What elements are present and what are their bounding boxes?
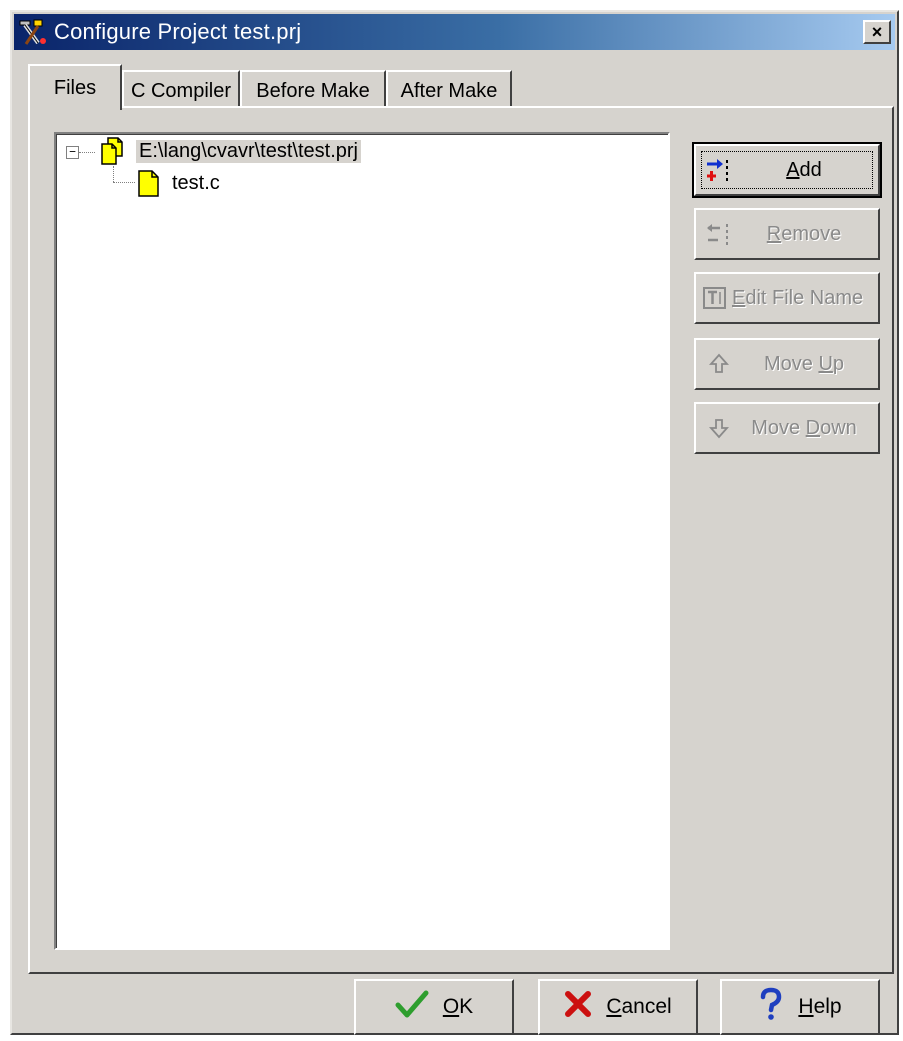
configure-project-dialog: Configure Project test.prj × Files C Com…: [10, 10, 899, 1035]
file-tree[interactable]: − E:\lang\cvavr\test\test.prj test.c: [54, 132, 670, 950]
collapse-toggle[interactable]: −: [66, 146, 79, 159]
window-title: Configure Project test.prj: [54, 19, 302, 44]
tab-label: After Make: [400, 79, 498, 102]
cancel-button-label: Cancel: [606, 995, 672, 1018]
project-tools-icon: [18, 17, 48, 47]
tree-node-label: test.c: [172, 171, 220, 194]
arrow-down-icon: [702, 413, 736, 443]
help-button-label: Help: [798, 995, 842, 1018]
tab-files[interactable]: Files: [28, 64, 122, 110]
checkmark-icon: [395, 989, 429, 1025]
tab-label: Files: [53, 76, 97, 99]
add-button-label: Add: [786, 158, 822, 181]
collapse-icon: −: [69, 145, 76, 158]
tab-label: Before Make: [256, 79, 370, 102]
tree-node-root[interactable]: E:\lang\cvavr\test\test.prj: [96, 136, 361, 166]
project-files-icon: [96, 136, 130, 166]
tree-node-file[interactable]: test.c: [136, 168, 220, 198]
cancel-button[interactable]: Cancel: [538, 979, 698, 1035]
ok-button[interactable]: OK: [354, 979, 514, 1035]
tree-node-label: E:\lang\cvavr\test\test.prj: [136, 139, 361, 163]
title-bar: Configure Project test.prj ×: [14, 14, 895, 50]
files-tab-panel: − E:\lang\cvavr\test\test.prj test.c Add…: [28, 106, 894, 974]
remove-button[interactable]: Remove: [694, 208, 880, 260]
edit-file-name-label: Edit File Name: [732, 286, 864, 309]
move-up-button[interactable]: Move Up: [694, 338, 880, 390]
tab-after-make[interactable]: After Make: [386, 70, 512, 110]
arrow-up-icon: [702, 349, 736, 379]
add-file-icon: [702, 155, 736, 185]
help-button[interactable]: Help: [720, 979, 880, 1035]
move-down-label: Move Down: [751, 416, 857, 439]
tree-connector: [113, 166, 114, 182]
move-up-label: Move Up: [763, 352, 845, 375]
rename-icon: [700, 283, 730, 313]
tab-before-make[interactable]: Before Make: [240, 70, 386, 110]
x-icon: [564, 990, 592, 1024]
tab-c-compiler[interactable]: C Compiler: [122, 70, 240, 110]
remove-button-label: Remove: [766, 222, 842, 245]
move-down-button[interactable]: Move Down: [694, 402, 880, 454]
remove-file-icon: [702, 219, 736, 249]
add-button[interactable]: Add: [692, 142, 882, 198]
tab-label: C Compiler: [130, 79, 232, 102]
tree-connector: [79, 152, 95, 153]
edit-file-name-button[interactable]: Edit File Name: [694, 272, 880, 324]
tree-connector: [113, 182, 135, 183]
close-button[interactable]: ×: [863, 20, 891, 44]
ok-button-label: OK: [442, 995, 474, 1018]
close-icon: ×: [871, 22, 883, 42]
question-icon: [758, 987, 784, 1027]
c-file-icon: [136, 168, 162, 198]
